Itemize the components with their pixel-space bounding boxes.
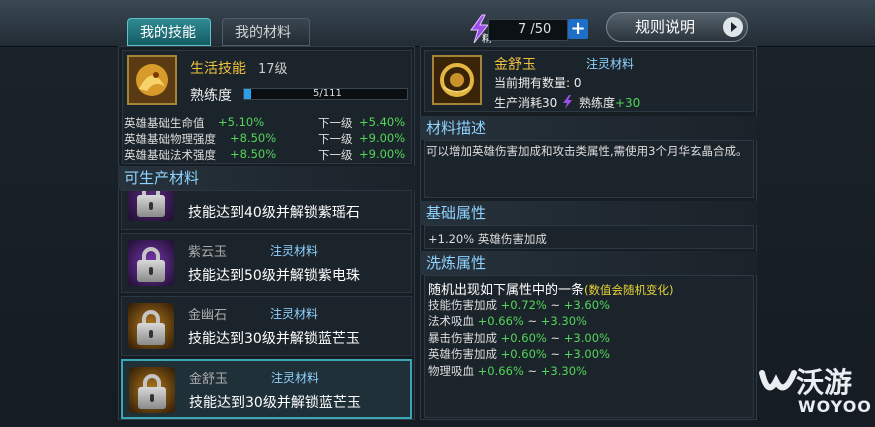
item-tag: 注灵材料 (270, 307, 319, 321)
golden-dragon-icon (129, 57, 175, 103)
arrow-right-icon (723, 17, 743, 37)
refine-line: 英雄伤害加成 +0.60% ~ +3.00% (428, 346, 610, 362)
cost-prefix: 生产消耗30 (494, 96, 558, 110)
energy-counter: 精 7 /50 + (466, 14, 590, 45)
proficiency-fill (244, 89, 252, 99)
tab-my-skills[interactable]: 我的技能 (127, 18, 211, 46)
basic-attr-header: 基础属性 (420, 201, 757, 225)
material-icon (432, 55, 482, 105)
skill-icon (127, 55, 177, 105)
refine-sep: ~ (550, 298, 561, 312)
tab-my-materials[interactable]: 我的材料 (222, 18, 310, 46)
cost-suffix-label: 熟练度 (578, 96, 615, 110)
refine-line: 暴击伤害加成 +0.60% ~ +3.00% (428, 330, 610, 346)
basic-attr: +1.20% 英雄伤害加成 (428, 232, 547, 246)
refine-name: 物理吸血 (428, 364, 474, 378)
item-desc: 技能达到30级并解锁蓝芒玉 (189, 395, 361, 411)
material-description: 可以增加英雄伤害加成和攻击类属性,需使用3个月华玄晶合成。 (426, 144, 748, 158)
lock-icon (128, 191, 174, 221)
stat-current: +8.50% (230, 131, 277, 145)
refine-low: +0.66% (477, 364, 524, 378)
skill-level: 17级 (258, 62, 288, 77)
refine-name: 技能伤害加成 (428, 298, 497, 312)
rules-button[interactable]: 规则说明 (606, 12, 748, 42)
stat-next-label: 下一级 (318, 148, 353, 162)
material-owned: 当前拥有数量: 0 (494, 76, 582, 90)
item-desc: 技能达到40级并解锁紫瑶石 (188, 205, 360, 221)
refine-note: (数值会随机变化) (584, 283, 674, 297)
list-item[interactable]: 金幽石 注灵材料 技能达到30级并解锁蓝芒玉 (121, 296, 412, 356)
refine-sep: ~ (550, 331, 561, 345)
refine-sep: ~ (550, 347, 561, 361)
material-title: 金舒玉 (494, 57, 536, 73)
refine-low: +0.72% (500, 298, 547, 312)
lock-icon (128, 240, 174, 286)
skill-title: 生活技能 (190, 61, 246, 77)
refine-intro: 随机出现如下属性中的一条(数值会随机变化) (428, 279, 674, 298)
watermark-en: WOYOO (798, 397, 872, 416)
material-tag: 注灵材料 (586, 57, 635, 71)
refine-high: +3.30% (540, 364, 587, 378)
lock-icon (129, 367, 175, 413)
refine-high: +3.60% (563, 298, 610, 312)
description-header: 材料描述 (420, 116, 757, 140)
refine-low: +0.66% (477, 314, 524, 328)
refine-line: 法术吸血 +0.66% ~ +3.30% (428, 313, 587, 329)
refine-high: +3.30% (540, 314, 587, 328)
item-desc: 技能达到30级并解锁蓝芒玉 (188, 331, 360, 347)
cost-suffix-value: +30 (614, 96, 641, 110)
item-name: 金舒玉 (189, 372, 229, 387)
list-item[interactable]: 紫云玉 注灵材料 技能达到50级并解锁紫电珠 (121, 233, 412, 293)
item-name: 紫云玉 (188, 245, 228, 260)
proficiency-label: 熟练度 (190, 88, 232, 104)
item-desc: 技能达到50级并解锁紫电珠 (188, 268, 360, 284)
list-item[interactable]: 技能达到40级并解锁紫瑶石 (121, 190, 412, 230)
purple-lightning-icon (563, 95, 573, 109)
energy-value: 7 /50 (518, 22, 552, 37)
woyoo-watermark: 沃游 WOYOO (758, 355, 875, 427)
refine-name: 法术吸血 (428, 314, 474, 328)
stat-current: +5.10% (218, 115, 265, 129)
stat-current: +8.50% (230, 147, 277, 161)
rules-button-label: 规则说明 (635, 18, 696, 36)
refine-sep: ~ (527, 314, 538, 328)
stat-next: +9.00% (359, 147, 406, 161)
refine-name: 暴击伤害加成 (428, 331, 497, 345)
gold-jade-icon (434, 57, 480, 103)
producible-header: 可生产材料 (118, 166, 415, 190)
refine-low: +0.60% (500, 347, 547, 361)
list-item-selected[interactable]: 金舒玉 注灵材料 技能达到30级并解锁蓝芒玉 (121, 359, 412, 419)
item-tag: 注灵材料 (271, 371, 320, 385)
stat-next: +5.40% (359, 115, 406, 129)
lock-icon (128, 303, 174, 349)
refine-head-text: 随机出现如下属性中的一条 (428, 283, 585, 298)
refine-attr-header: 洗炼属性 (420, 251, 757, 275)
material-cost: 生产消耗30 熟练度+30 (494, 94, 640, 111)
refine-line: 物理吸血 +0.66% ~ +3.30% (428, 363, 587, 379)
game-window: 我的技能 我的材料 精 7 /50 + 规则说明 生活技能 17级 熟练度 5/… (0, 0, 875, 427)
stat-name: 英雄基础法术强度 (124, 148, 216, 162)
woyoo-logo-icon (759, 370, 797, 391)
refine-low: +0.60% (500, 331, 547, 345)
item-tag: 注灵材料 (270, 244, 319, 258)
refine-line: 技能伤害加成 +0.72% ~ +3.60% (428, 297, 610, 313)
stat-next: +9.00% (359, 131, 406, 145)
refine-name: 英雄伤害加成 (428, 347, 497, 361)
watermark-cn: 沃游 (796, 366, 853, 399)
stat-name: 英雄基础生命值 (124, 116, 205, 130)
refine-high: +3.00% (563, 331, 610, 345)
refine-high: +3.00% (563, 347, 610, 361)
proficiency-text: 5/111 (313, 88, 342, 99)
stat-name: 英雄基础物理强度 (124, 132, 216, 146)
item-name: 金幽石 (188, 308, 228, 323)
stat-next-label: 下一级 (318, 132, 353, 146)
add-energy-button[interactable]: + (568, 19, 588, 39)
stat-next-label: 下一级 (318, 116, 353, 130)
refine-sep: ~ (527, 364, 538, 378)
